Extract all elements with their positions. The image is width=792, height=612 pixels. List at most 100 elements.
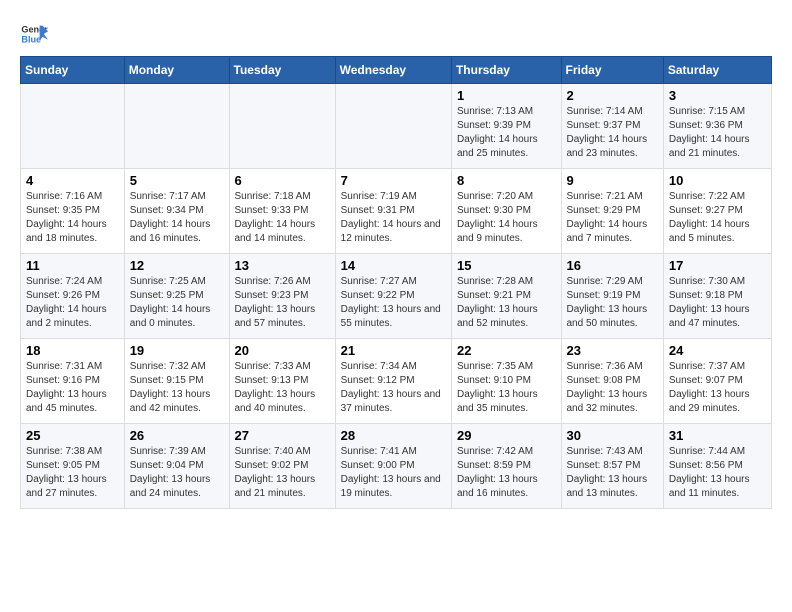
- week-row-3: 11 Sunrise: 7:24 AM Sunset: 9:26 PM Dayli…: [21, 254, 772, 339]
- calendar-cell: 31Sunrise: 7:44 AM Sunset: 8:56 PM Dayli…: [663, 424, 771, 509]
- calendar-cell: 16 Sunrise: 7:29 AM Sunset: 9:19 PM Dayli…: [561, 254, 663, 339]
- calendar-header-row: SundayMondayTuesdayWednesdayThursdayFrid…: [21, 57, 772, 84]
- header-sunday: Sunday: [21, 57, 125, 84]
- day-number: 18: [26, 343, 119, 358]
- day-info: Sunrise: 7:32 AM Sunset: 9:15 PM Dayligh…: [130, 360, 224, 416]
- header: General Blue: [20, 20, 772, 48]
- day-number: 19: [130, 343, 224, 358]
- header-wednesday: Wednesday: [335, 57, 451, 84]
- day-number: 11: [26, 258, 119, 273]
- calendar-cell: 21 Sunrise: 7:34 AM Sunset: 9:12 PM Dayli…: [335, 339, 451, 424]
- calendar-cell: 4 Sunrise: 7:16 AM Sunset: 9:35 PM Daylig…: [21, 169, 125, 254]
- calendar-cell: 28 Sunrise: 7:41 AM Sunset: 9:00 PM Dayli…: [335, 424, 451, 509]
- day-info: Sunrise: 7:22 AM Sunset: 9:27 PM Dayligh…: [669, 190, 766, 246]
- day-number: 28: [341, 428, 446, 443]
- day-number: 15: [457, 258, 556, 273]
- calendar-cell: 2Sunrise: 7:14 AM Sunset: 9:37 PM Daylig…: [561, 84, 663, 169]
- day-number: 9: [567, 173, 658, 188]
- week-row-2: 4 Sunrise: 7:16 AM Sunset: 9:35 PM Daylig…: [21, 169, 772, 254]
- day-info: Sunrise: 7:26 AM Sunset: 9:23 PM Dayligh…: [235, 275, 330, 331]
- day-number: 27: [235, 428, 330, 443]
- day-info: Sunrise: 7:29 AM Sunset: 9:19 PM Dayligh…: [567, 275, 658, 331]
- calendar-cell: 24 Sunrise: 7:37 AM Sunset: 9:07 PM Dayli…: [663, 339, 771, 424]
- day-info: Sunrise: 7:31 AM Sunset: 9:16 PM Dayligh…: [26, 360, 119, 416]
- calendar-cell: 11 Sunrise: 7:24 AM Sunset: 9:26 PM Dayli…: [21, 254, 125, 339]
- day-info: Sunrise: 7:38 AM Sunset: 9:05 PM Dayligh…: [26, 445, 119, 501]
- day-number: 26: [130, 428, 224, 443]
- day-number: 8: [457, 173, 556, 188]
- day-info: Sunrise: 7:37 AM Sunset: 9:07 PM Dayligh…: [669, 360, 766, 416]
- calendar-cell: 13 Sunrise: 7:26 AM Sunset: 9:23 PM Dayli…: [229, 254, 335, 339]
- calendar-cell: 14 Sunrise: 7:27 AM Sunset: 9:22 PM Dayli…: [335, 254, 451, 339]
- day-number: 21: [341, 343, 446, 358]
- calendar-cell: 30 Sunrise: 7:43 AM Sunset: 8:57 PM Dayli…: [561, 424, 663, 509]
- calendar-cell: 5 Sunrise: 7:17 AM Sunset: 9:34 PM Daylig…: [124, 169, 229, 254]
- day-number: 3: [669, 88, 766, 103]
- day-info: Sunrise: 7:40 AM Sunset: 9:02 PM Dayligh…: [235, 445, 330, 501]
- day-info: Sunrise: 7:21 AM Sunset: 9:29 PM Dayligh…: [567, 190, 658, 246]
- logo: General Blue: [20, 20, 48, 48]
- calendar-cell: 15 Sunrise: 7:28 AM Sunset: 9:21 PM Dayli…: [451, 254, 561, 339]
- day-info: Sunrise: 7:14 AM Sunset: 9:37 PM Dayligh…: [567, 105, 658, 161]
- calendar-cell: 8 Sunrise: 7:20 AM Sunset: 9:30 PM Daylig…: [451, 169, 561, 254]
- day-info: Sunrise: 7:41 AM Sunset: 9:00 PM Dayligh…: [341, 445, 446, 501]
- day-number: 6: [235, 173, 330, 188]
- calendar-cell: [335, 84, 451, 169]
- day-info: Sunrise: 7:15 AM Sunset: 9:36 PM Dayligh…: [669, 105, 766, 161]
- day-info: Sunrise: 7:17 AM Sunset: 9:34 PM Dayligh…: [130, 190, 224, 246]
- day-info: Sunrise: 7:39 AM Sunset: 9:04 PM Dayligh…: [130, 445, 224, 501]
- calendar-cell: 27 Sunrise: 7:40 AM Sunset: 9:02 PM Dayli…: [229, 424, 335, 509]
- day-number: 4: [26, 173, 119, 188]
- day-info: Sunrise: 7:27 AM Sunset: 9:22 PM Dayligh…: [341, 275, 446, 331]
- header-monday: Monday: [124, 57, 229, 84]
- calendar-cell: [124, 84, 229, 169]
- week-row-5: 25 Sunrise: 7:38 AM Sunset: 9:05 PM Dayli…: [21, 424, 772, 509]
- day-number: 14: [341, 258, 446, 273]
- day-info: Sunrise: 7:16 AM Sunset: 9:35 PM Dayligh…: [26, 190, 119, 246]
- day-number: 16: [567, 258, 658, 273]
- calendar-cell: 12 Sunrise: 7:25 AM Sunset: 9:25 PM Dayli…: [124, 254, 229, 339]
- calendar-cell: 3 Sunrise: 7:15 AM Sunset: 9:36 PM Daylig…: [663, 84, 771, 169]
- day-info: Sunrise: 7:42 AM Sunset: 8:59 PM Dayligh…: [457, 445, 556, 501]
- calendar-cell: 1Sunrise: 7:13 AM Sunset: 9:39 PM Daylig…: [451, 84, 561, 169]
- day-number: 22: [457, 343, 556, 358]
- calendar-cell: 19 Sunrise: 7:32 AM Sunset: 9:15 PM Dayli…: [124, 339, 229, 424]
- day-number: 12: [130, 258, 224, 273]
- day-info: Sunrise: 7:25 AM Sunset: 9:25 PM Dayligh…: [130, 275, 224, 331]
- day-number: 20: [235, 343, 330, 358]
- header-thursday: Thursday: [451, 57, 561, 84]
- day-info: Sunrise: 7:18 AM Sunset: 9:33 PM Dayligh…: [235, 190, 330, 246]
- day-number: 25: [26, 428, 119, 443]
- header-friday: Friday: [561, 57, 663, 84]
- calendar-cell: 25 Sunrise: 7:38 AM Sunset: 9:05 PM Dayli…: [21, 424, 125, 509]
- day-info: Sunrise: 7:28 AM Sunset: 9:21 PM Dayligh…: [457, 275, 556, 331]
- day-info: Sunrise: 7:24 AM Sunset: 9:26 PM Dayligh…: [26, 275, 119, 331]
- calendar-cell: 7Sunrise: 7:19 AM Sunset: 9:31 PM Daylig…: [335, 169, 451, 254]
- calendar-cell: 29 Sunrise: 7:42 AM Sunset: 8:59 PM Dayli…: [451, 424, 561, 509]
- calendar-cell: [229, 84, 335, 169]
- day-number: 10: [669, 173, 766, 188]
- day-info: Sunrise: 7:44 AM Sunset: 8:56 PM Dayligh…: [669, 445, 766, 501]
- day-number: 1: [457, 88, 556, 103]
- header-tuesday: Tuesday: [229, 57, 335, 84]
- day-number: 5: [130, 173, 224, 188]
- day-number: 17: [669, 258, 766, 273]
- day-info: Sunrise: 7:36 AM Sunset: 9:08 PM Dayligh…: [567, 360, 658, 416]
- calendar-cell: 10 Sunrise: 7:22 AM Sunset: 9:27 PM Dayli…: [663, 169, 771, 254]
- day-number: 24: [669, 343, 766, 358]
- calendar-cell: 22 Sunrise: 7:35 AM Sunset: 9:10 PM Dayli…: [451, 339, 561, 424]
- day-info: Sunrise: 7:20 AM Sunset: 9:30 PM Dayligh…: [457, 190, 556, 246]
- calendar-cell: 18 Sunrise: 7:31 AM Sunset: 9:16 PM Dayli…: [21, 339, 125, 424]
- header-saturday: Saturday: [663, 57, 771, 84]
- day-number: 13: [235, 258, 330, 273]
- logo-icon: General Blue: [20, 20, 48, 48]
- week-row-1: 1Sunrise: 7:13 AM Sunset: 9:39 PM Daylig…: [21, 84, 772, 169]
- day-info: Sunrise: 7:34 AM Sunset: 9:12 PM Dayligh…: [341, 360, 446, 416]
- day-info: Sunrise: 7:43 AM Sunset: 8:57 PM Dayligh…: [567, 445, 658, 501]
- day-number: 29: [457, 428, 556, 443]
- svg-text:Blue: Blue: [21, 34, 41, 44]
- day-info: Sunrise: 7:33 AM Sunset: 9:13 PM Dayligh…: [235, 360, 330, 416]
- calendar-cell: 6 Sunrise: 7:18 AM Sunset: 9:33 PM Daylig…: [229, 169, 335, 254]
- day-number: 30: [567, 428, 658, 443]
- day-info: Sunrise: 7:35 AM Sunset: 9:10 PM Dayligh…: [457, 360, 556, 416]
